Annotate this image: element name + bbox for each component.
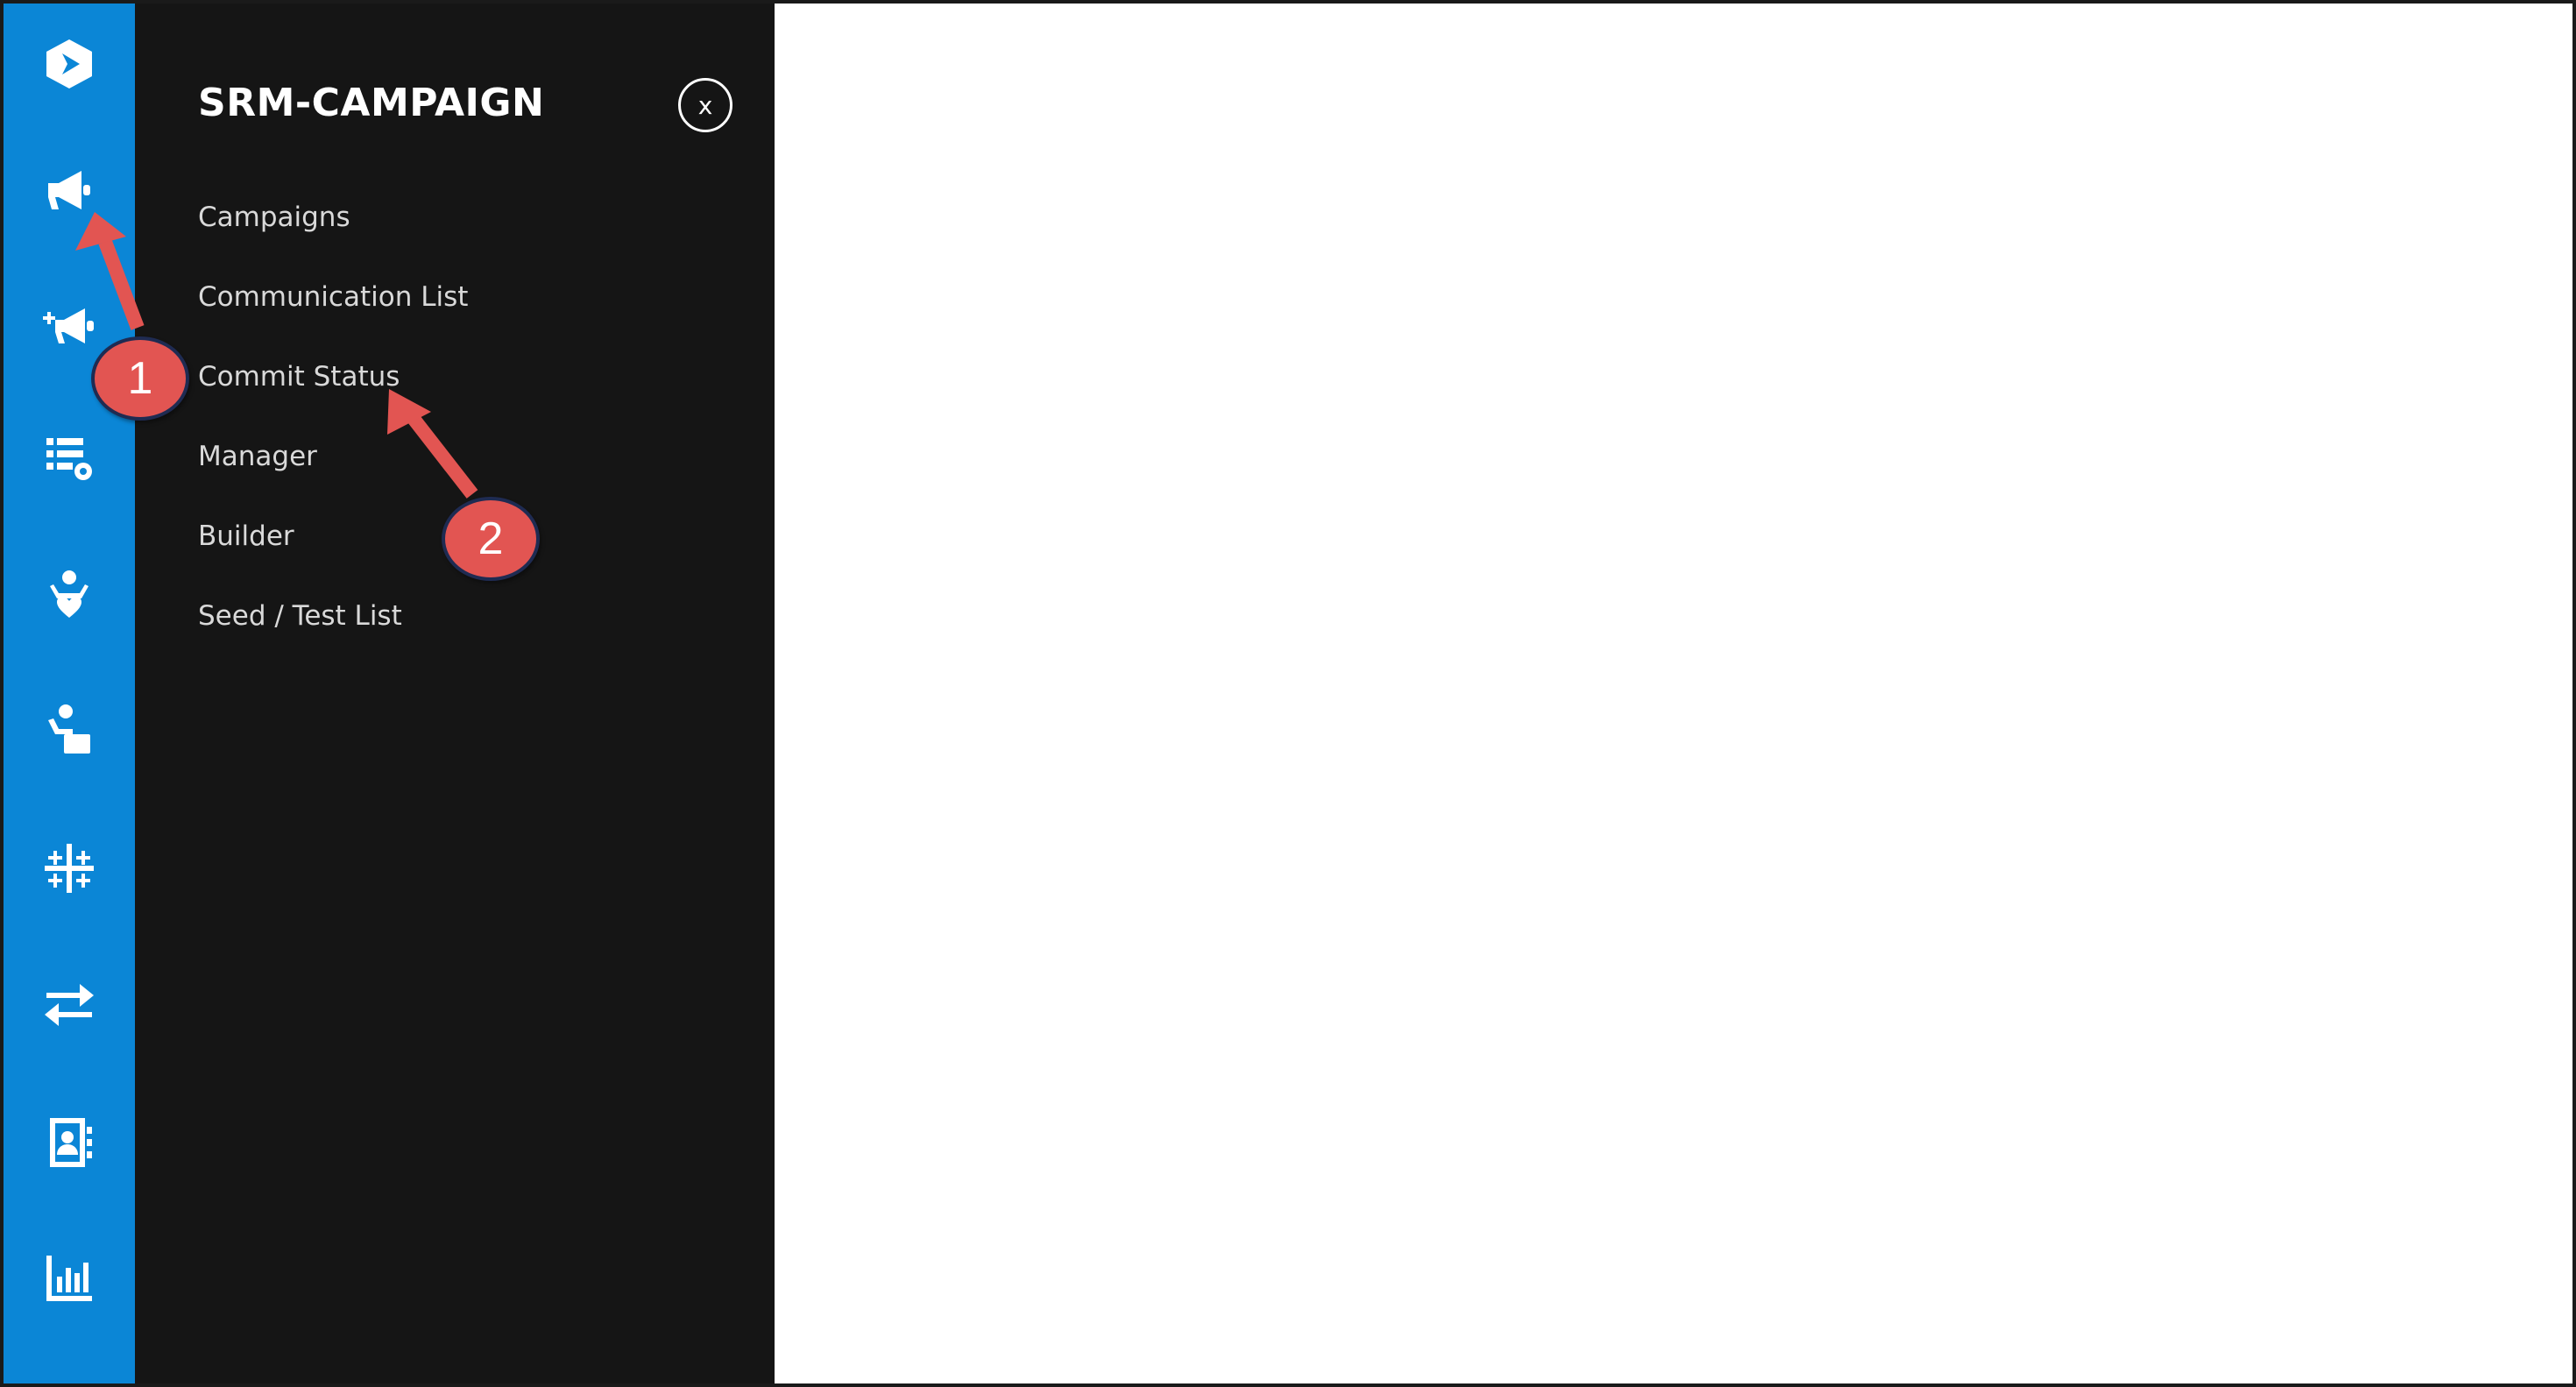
menu-item-seed-test-list[interactable]: Seed / Test List: [198, 600, 402, 632]
person-card-icon[interactable]: [4, 683, 135, 779]
list-settings-icon[interactable]: [4, 409, 135, 506]
icon-rail: [4, 4, 135, 1383]
callout-1: 1: [91, 336, 189, 421]
menu-item-builder[interactable]: Builder: [198, 520, 294, 552]
main-content: [775, 4, 2572, 1383]
callout-2: 2: [442, 497, 540, 581]
menu-item-campaigns[interactable]: Campaigns: [198, 202, 350, 233]
contact-book-icon[interactable]: [4, 1094, 135, 1191]
menu-item-communication-list[interactable]: Communication List: [198, 281, 468, 313]
menu-title: SRM-CAMPAIGN: [198, 81, 545, 125]
close-button[interactable]: x: [678, 78, 732, 132]
app-window: SRM-CAMPAIGN x Campaigns Communication L…: [0, 0, 2576, 1387]
swap-arrows-icon[interactable]: [4, 957, 135, 1053]
person-heart-icon[interactable]: [4, 547, 135, 643]
bar-chart-icon[interactable]: [4, 1230, 135, 1327]
menu-item-manager[interactable]: Manager: [198, 441, 317, 472]
grid-sparkle-icon[interactable]: [4, 820, 135, 916]
logo-icon[interactable]: [4, 16, 135, 112]
srm-campaign-menu: SRM-CAMPAIGN x Campaigns Communication L…: [135, 4, 775, 1383]
close-icon: x: [697, 90, 713, 120]
menu-item-commit-status[interactable]: Commit Status: [198, 361, 400, 393]
megaphone-icon[interactable]: [4, 142, 135, 238]
